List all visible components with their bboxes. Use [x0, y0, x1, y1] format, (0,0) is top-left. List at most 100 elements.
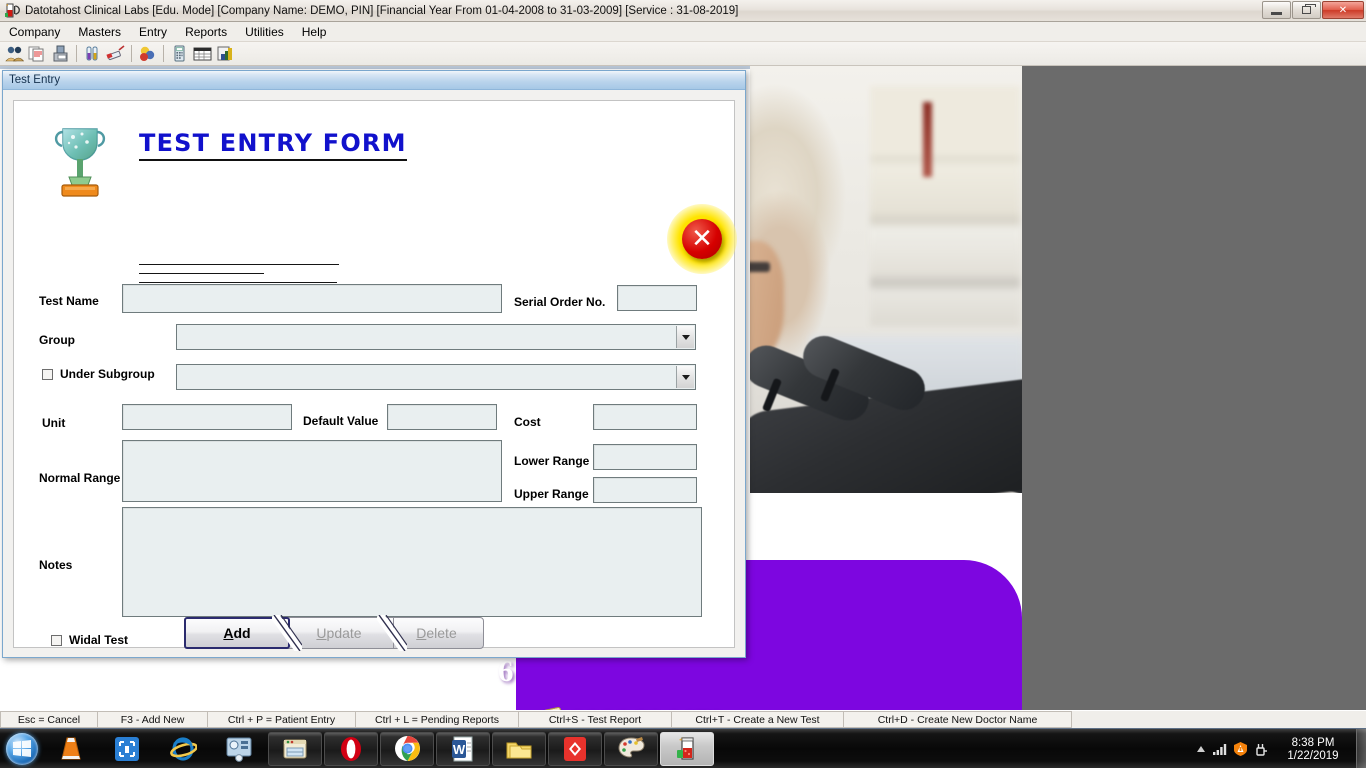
decorative-line	[139, 273, 264, 274]
clock-date: 1/22/2019	[1287, 749, 1339, 762]
test-name-input[interactable]	[122, 284, 502, 313]
minimize-button[interactable]	[1262, 1, 1291, 19]
menu-item-company[interactable]: Company	[0, 23, 69, 41]
cost-input[interactable]	[593, 404, 697, 430]
widal-test-label: Widal Test	[69, 633, 129, 647]
person-face	[750, 241, 784, 361]
under-subgroup-checkbox[interactable]	[42, 369, 53, 380]
avast-antivirus-icon[interactable]	[1230, 729, 1250, 768]
upper-range-label: Upper Range	[514, 487, 589, 501]
test-entry-window: Test Entry TEST ENTRY FORM ✕ Test Name S…	[2, 70, 746, 658]
delete-button[interactable]: Delete	[389, 617, 484, 649]
syringe-icon[interactable]	[104, 43, 126, 64]
show-desktop-button[interactable]	[1356, 729, 1366, 768]
chevron-down-icon[interactable]	[676, 366, 694, 388]
network-signal-icon[interactable]	[1210, 729, 1230, 768]
menu-item-help[interactable]: Help	[293, 23, 336, 41]
control-panel-icon[interactable]	[212, 732, 266, 766]
lower-range-input[interactable]	[593, 444, 697, 470]
blood-drop-icon[interactable]	[136, 43, 158, 64]
status-hint-f3-add-new[interactable]: F3 - Add New	[98, 711, 208, 728]
power-plug-icon[interactable]	[1250, 729, 1270, 768]
test-tubes-icon[interactable]	[81, 43, 103, 64]
status-hint-patient-entry[interactable]: Ctrl + P = Patient Entry	[208, 711, 356, 728]
status-hint-pending-reports[interactable]: Ctrl + L = Pending Reports	[356, 711, 519, 728]
calendar-icon[interactable]	[191, 43, 213, 64]
folder-icon[interactable]	[492, 731, 546, 766]
status-hint-create-new-test[interactable]: Ctrl+T - Create a New Test	[672, 711, 844, 728]
menu-item-utilities[interactable]: Utilities	[236, 23, 293, 41]
serial-order-no-input[interactable]	[617, 285, 697, 311]
delete-rest: elete	[426, 625, 457, 641]
paint-palette-icon[interactable]	[604, 731, 658, 766]
group-combobox[interactable]	[176, 324, 696, 350]
statusbar: Esc = Cancel F3 - Add New Ctrl + P = Pat…	[0, 710, 1366, 728]
window-title: Datotahost Clinical Labs [Edu. Mode] [Co…	[25, 4, 739, 17]
update-button[interactable]: Update	[284, 617, 394, 649]
update-rest: pdate	[326, 625, 362, 641]
clinical-labs-app-icon[interactable]	[660, 731, 714, 766]
default-value-label: Default Value	[303, 414, 379, 428]
add-rest: dd	[233, 625, 251, 641]
trophy-icon	[49, 123, 111, 201]
test-tube-icon	[4, 3, 20, 19]
file-manager-icon[interactable]	[268, 731, 322, 766]
menu-item-reports[interactable]: Reports	[176, 23, 236, 41]
close-circle-icon[interactable]: ✕	[667, 204, 737, 274]
red-diamond-app-icon[interactable]	[548, 731, 602, 766]
menubar: Company Masters Entry Reports Utilities …	[0, 22, 1366, 42]
notes-label: Notes	[39, 558, 73, 572]
decorative-line	[139, 264, 339, 265]
window-titlebar: Datotahost Clinical Labs [Edu. Mode] [Co…	[0, 0, 1366, 22]
banner-phone-number: 9922604472	[568, 702, 723, 710]
menu-item-entry[interactable]: Entry	[130, 23, 176, 41]
unit-input[interactable]	[122, 404, 292, 430]
taskbar: W 8:38 PM 1/22/2019	[0, 728, 1366, 768]
serial-order-no-label: Serial Order No.	[514, 295, 606, 309]
opera-icon[interactable]	[324, 731, 378, 766]
lower-range-label: Lower Range	[514, 454, 590, 468]
toolbar-separator	[131, 45, 132, 62]
toolbar-separator	[163, 45, 164, 62]
default-value-input[interactable]	[387, 404, 497, 430]
status-hint-esc-cancel[interactable]: Esc = Cancel	[0, 711, 98, 728]
banner-line-3: 6	[498, 653, 514, 688]
toolbar-separator	[76, 45, 77, 62]
restore-button[interactable]	[1292, 1, 1321, 19]
clock[interactable]: 8:38 PM 1/22/2019	[1270, 729, 1356, 768]
notes-input[interactable]	[122, 507, 702, 617]
blurred-shelf	[870, 86, 1020, 326]
report-chart-icon[interactable]	[214, 43, 236, 64]
windows-start-orb-icon[interactable]	[2, 732, 42, 766]
blue-crop-frame-icon[interactable]	[100, 732, 154, 766]
status-hint-create-new-doctor[interactable]: Ctrl+D - Create New Doctor Name	[844, 711, 1072, 728]
chevron-down-icon[interactable]	[676, 326, 694, 348]
unit-label: Unit	[42, 416, 66, 430]
close-button[interactable]: ✕	[1322, 1, 1364, 19]
calculator-icon[interactable]	[168, 43, 190, 64]
page-title: TEST ENTRY FORM	[139, 129, 407, 161]
decorative-line	[139, 282, 337, 283]
menu-item-masters[interactable]: Masters	[69, 23, 130, 41]
clock-time: 8:38 PM	[1291, 736, 1335, 749]
test-entry-titlebar[interactable]: Test Entry	[3, 71, 745, 90]
system-tray: 8:38 PM 1/22/2019	[1192, 729, 1366, 768]
widal-test-checkbox[interactable]	[51, 635, 62, 646]
save-disk-icon[interactable]	[49, 43, 71, 64]
cost-label: Cost	[514, 415, 541, 429]
show-hidden-icons-arrow[interactable]	[1192, 729, 1210, 768]
add-button[interactable]: Add	[184, 617, 290, 649]
group-label: Group	[39, 333, 75, 347]
status-hint-test-report[interactable]: Ctrl+S - Test Report	[519, 711, 672, 728]
statusbar-filler	[1072, 711, 1366, 728]
google-chrome-icon[interactable]	[380, 731, 434, 766]
vlc-cone-icon[interactable]	[44, 732, 98, 766]
upper-range-input[interactable]	[593, 477, 697, 503]
normal-range-input[interactable]	[122, 440, 502, 502]
copy-pages-icon[interactable]	[26, 43, 48, 64]
under-subgroup-combobox[interactable]	[176, 364, 696, 390]
two-users-icon[interactable]	[3, 43, 25, 64]
internet-explorer-icon[interactable]	[156, 732, 210, 766]
microsoft-word-icon[interactable]: W	[436, 731, 490, 766]
update-accel: U	[316, 625, 327, 641]
